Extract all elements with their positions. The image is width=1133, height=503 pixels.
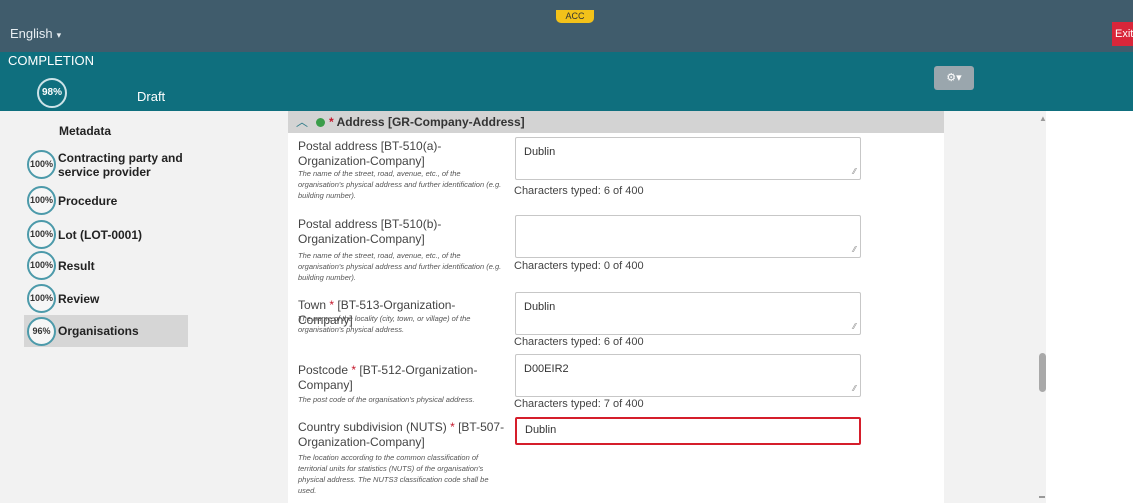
progress-circle: 100% bbox=[27, 284, 56, 313]
field-help: The name of the street, road, avenue, et… bbox=[298, 251, 502, 282]
sidebar-item-label: Contracting party and service provider bbox=[58, 150, 183, 179]
section-header-address[interactable]: ︿ * Address [GR-Company-Address] bbox=[288, 111, 944, 133]
sidebar-item-label: Result bbox=[58, 258, 95, 273]
scroll-up-icon[interactable]: ▲ bbox=[1039, 114, 1047, 123]
completion-title: COMPLETION bbox=[8, 53, 94, 68]
resize-handle-icon[interactable]: ⁄⁄ bbox=[853, 384, 856, 393]
progress-circle: 100% bbox=[27, 150, 56, 179]
notice-status: Draft bbox=[137, 89, 166, 104]
field-help: The name of the street, road, avenue, et… bbox=[298, 169, 502, 200]
language-label: English bbox=[10, 26, 53, 41]
sidebar-item-label: Organisations bbox=[58, 324, 139, 338]
sidebar-item-lot[interactable]: 100% Lot (LOT-0001) bbox=[24, 220, 188, 249]
chevron-down-icon: ▾ bbox=[56, 30, 62, 40]
sidebar-item-result[interactable]: 100% Result bbox=[24, 251, 188, 280]
sidebar-item-review[interactable]: 100% Review bbox=[24, 284, 188, 313]
input-value: Dublin bbox=[524, 146, 556, 158]
input-value: Dublin bbox=[524, 301, 556, 313]
input-value: D00EIR2 bbox=[524, 363, 569, 375]
right-gutter bbox=[974, 111, 1046, 503]
sidebar-item-label: Review bbox=[58, 291, 100, 306]
progress-circle: 100% bbox=[27, 220, 56, 249]
sidebar-item-metadata[interactable]: Metadata bbox=[59, 124, 111, 138]
field-help: The post code of the organisation's phys… bbox=[298, 395, 475, 404]
field-label: Postal address [BT-510(a)-Organization-C… bbox=[298, 139, 442, 168]
resize-handle-icon[interactable]: ⁄⁄ bbox=[853, 322, 856, 331]
progress-circle: 100% bbox=[27, 251, 56, 280]
top-bar: English ▾ ACC Exit bbox=[0, 0, 1133, 52]
required-marker: * bbox=[450, 420, 455, 434]
completion-percent: 98% bbox=[37, 78, 67, 108]
sidebar-item-label: Procedure bbox=[58, 193, 118, 208]
sidebar-item-organisations[interactable]: 96% Organisations bbox=[24, 315, 188, 347]
town-input[interactable]: Dublin ⁄⁄ bbox=[515, 292, 861, 335]
sidebar-item-procedure[interactable]: 100% Procedure bbox=[24, 186, 188, 215]
environment-badge: ACC bbox=[556, 10, 594, 23]
required-marker: * bbox=[329, 298, 335, 312]
postcode-input[interactable]: D00EIR2 ⁄⁄ bbox=[515, 354, 861, 397]
section-title: Address bbox=[336, 115, 385, 129]
required-marker: * bbox=[351, 363, 357, 377]
sliders-icon: ⚙▾ bbox=[946, 72, 962, 84]
field-help: The name of the locality (city, town, or… bbox=[298, 314, 471, 334]
chevron-up-icon[interactable]: ︿ bbox=[296, 115, 308, 129]
field-label: Postcode * [BT-512-Organization-Company] bbox=[298, 363, 478, 392]
right-margin bbox=[1046, 111, 1133, 503]
settings-dropdown-button[interactable]: ⚙▾ bbox=[934, 66, 974, 90]
scroll-down-icon[interactable] bbox=[1039, 496, 1045, 498]
field-label: Country subdivision (NUTS) * [BT-507-Org… bbox=[298, 420, 505, 449]
postal-address-a-input[interactable]: Dublin ⁄⁄ bbox=[515, 137, 861, 180]
input-value: Dublin bbox=[525, 424, 557, 436]
exit-button[interactable]: Exit bbox=[1112, 22, 1133, 46]
char-counter: Characters typed: 7 of 400 bbox=[514, 398, 644, 410]
resize-handle-icon[interactable]: ⁄⁄ bbox=[853, 245, 856, 254]
section-code: [GR-Company-Address] bbox=[387, 115, 525, 129]
field-label: Postal address [BT-510(b)-Organization-C… bbox=[298, 217, 442, 246]
postal-address-b-input[interactable]: ⁄⁄ bbox=[515, 215, 861, 258]
sidebar-item-label: Lot (LOT-0001) bbox=[58, 227, 143, 242]
progress-circle: 96% bbox=[27, 316, 56, 346]
field-help: The location according to the common cla… bbox=[298, 453, 489, 495]
language-selector[interactable]: English ▾ bbox=[10, 26, 61, 41]
scrollbar-thumb[interactable] bbox=[1039, 353, 1046, 392]
sidebar-item-contracting-party[interactable]: 100% Contracting party and service provi… bbox=[24, 150, 188, 179]
char-counter: Characters typed: 6 of 400 bbox=[514, 336, 644, 348]
resize-handle-icon[interactable]: ⁄⁄ bbox=[853, 167, 856, 176]
char-counter: Characters typed: 6 of 400 bbox=[514, 185, 644, 197]
progress-circle: 100% bbox=[27, 186, 56, 215]
check-circle-icon bbox=[316, 118, 326, 127]
char-counter: Characters typed: 0 of 400 bbox=[514, 260, 644, 272]
nuts-subdivision-input[interactable]: Dublin bbox=[515, 417, 861, 445]
